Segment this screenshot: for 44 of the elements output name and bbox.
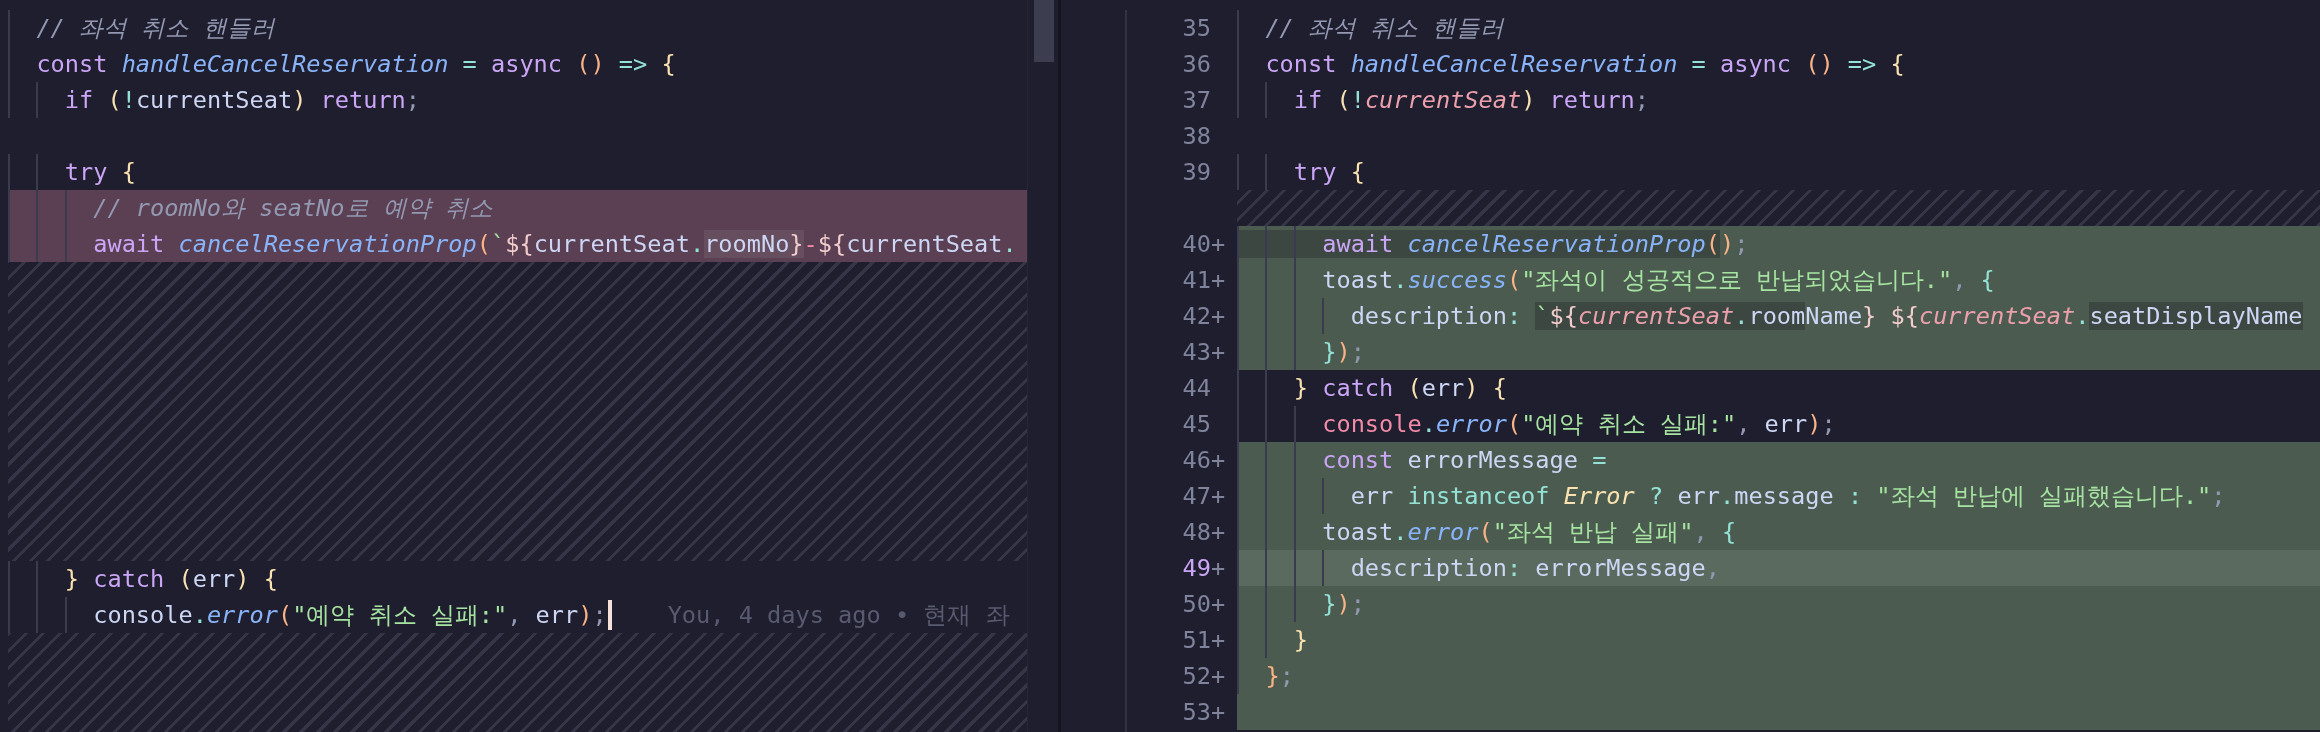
code-line: // 좌석 취소 핸들러 — [1237, 10, 1505, 46]
line-number: 37 — [1182, 85, 1211, 116]
line-number: 49 — [1182, 553, 1211, 584]
added-marker: + — [1211, 445, 1227, 476]
line-number: 39 — [1182, 157, 1211, 188]
line-number: 44 — [1182, 373, 1211, 404]
code-line: }; — [1237, 658, 1294, 694]
line-number: 40 — [1182, 229, 1211, 260]
code-line: const handleCancelReservation = async () => { — [8, 46, 676, 82]
line-number: 38 — [1182, 121, 1211, 152]
code-line: if (!currentSeat) return; — [8, 82, 420, 118]
blame-annotation: You, 4 days ago • 현재 좌 — [667, 599, 1010, 631]
line-number: 47 — [1182, 481, 1211, 512]
added-marker: + — [1211, 229, 1227, 260]
code-line: }); — [1237, 334, 1365, 370]
scrollbar-thumb[interactable] — [1034, 0, 1054, 62]
added-marker: + — [1211, 625, 1227, 656]
line-number: 42 — [1182, 301, 1211, 332]
code-line: if (!currentSeat) return; — [1237, 82, 1649, 118]
line-number: 51 — [1182, 625, 1211, 656]
line-number: 46 — [1182, 445, 1211, 476]
added-marker: + — [1211, 661, 1227, 692]
line-number: 50 — [1182, 589, 1211, 620]
added-marker: + — [1211, 337, 1227, 368]
added-marker: + — [1211, 481, 1227, 512]
line-number: 43 — [1182, 337, 1211, 368]
line-number: 53 — [1182, 697, 1211, 728]
line-number: 52 — [1182, 661, 1211, 692]
added-marker: + — [1211, 517, 1227, 548]
code-line: } catch (err) { — [1237, 370, 1507, 406]
line-number: 35 — [1182, 13, 1211, 44]
added-marker: + — [1211, 265, 1227, 296]
code-line: const handleCancelReservation = async () => { — [1237, 46, 1905, 82]
line-number: 41 — [1182, 265, 1211, 296]
code-line: // 좌석 취소 핸들러 — [8, 10, 276, 46]
added-marker: + — [1211, 589, 1227, 620]
line-number: 45 — [1182, 409, 1211, 440]
added-marker: + — [1211, 553, 1227, 584]
code-line: } catch (err) { — [8, 560, 278, 597]
code-line: await cancelReservationProp(); — [1237, 226, 1749, 262]
line-number: 36 — [1182, 49, 1211, 80]
line-number: 48 — [1182, 517, 1211, 548]
added-marker: + — [1211, 301, 1227, 332]
added-marker: + — [1211, 697, 1227, 728]
